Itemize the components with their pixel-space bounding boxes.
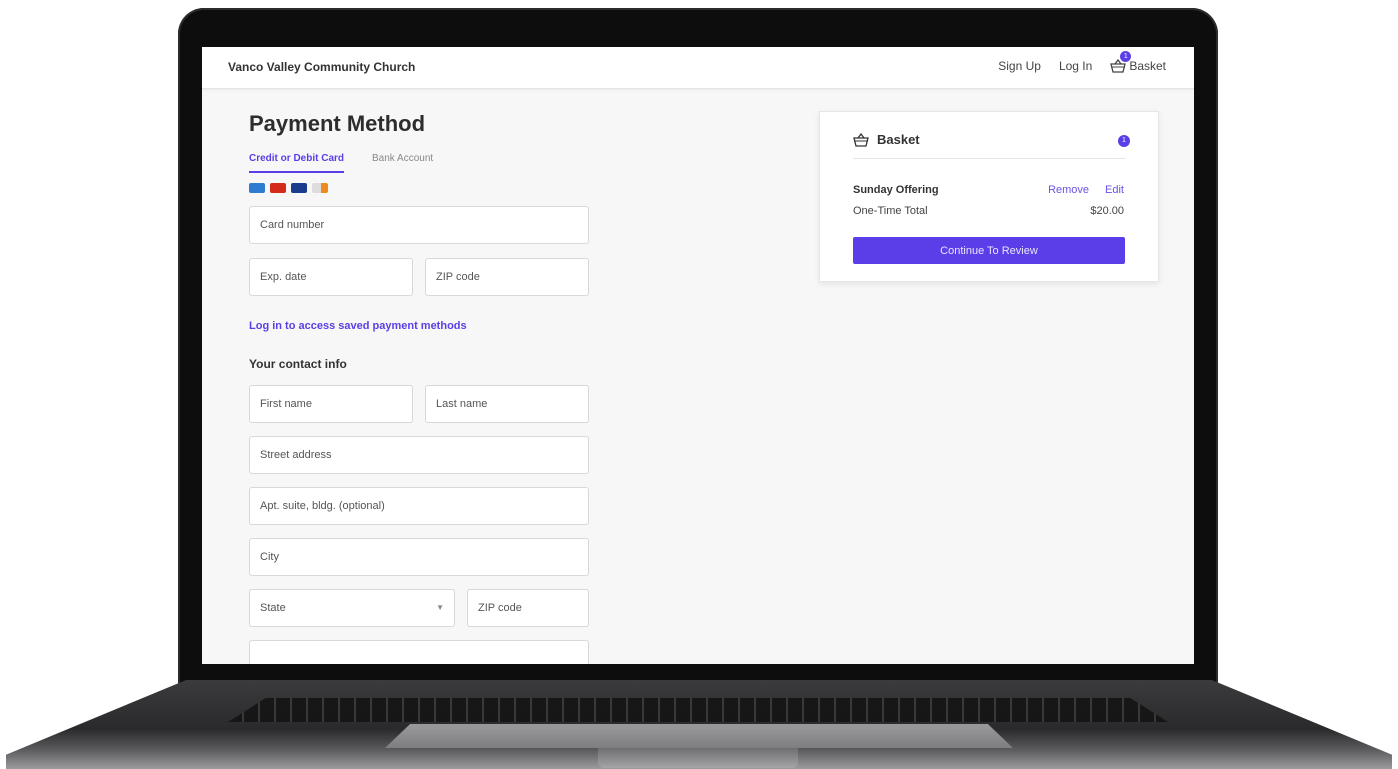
laptop-trackpad — [385, 724, 1013, 748]
state-placeholder: State — [260, 602, 286, 614]
mastercard-icon — [270, 183, 286, 193]
card-number-field[interactable]: Card number — [249, 206, 589, 244]
exp-date-field[interactable]: Exp. date — [249, 258, 413, 296]
accepted-cards — [249, 183, 589, 193]
one-time-total-value: $20.00 — [1090, 205, 1124, 217]
basket-link[interactable]: 1 Basket — [1110, 51, 1166, 73]
basket-panel-title: Basket — [877, 132, 920, 147]
street-address-field[interactable]: Street address — [249, 436, 589, 474]
city-placeholder: City — [260, 551, 279, 563]
basket-item-name: Sunday Offering — [853, 184, 939, 196]
last-name-field[interactable]: Last name — [425, 385, 589, 423]
last-name-placeholder: Last name — [436, 398, 488, 410]
remove-item-link[interactable]: Remove — [1048, 184, 1089, 196]
basket-icon — [853, 132, 869, 147]
city-field[interactable]: City — [249, 538, 589, 576]
page-title: Payment Method — [249, 111, 426, 136]
payment-zip-placeholder: ZIP code — [436, 271, 480, 283]
first-name-placeholder: First name — [260, 398, 312, 410]
tab-credit-debit-card[interactable]: Credit or Debit Card — [249, 153, 345, 173]
top-nav-links: Sign Up Log In 1 Basket — [998, 51, 1166, 73]
apt-suite-field[interactable]: Apt. suite, bldg. (optional) — [249, 487, 589, 525]
laptop-notch — [598, 748, 798, 768]
sign-up-link[interactable]: Sign Up — [998, 59, 1041, 73]
basket-panel-count-badge: 1 — [1118, 135, 1130, 147]
top-navigation-bar: Vanco Valley Community Church Sign Up Lo… — [202, 47, 1194, 89]
contact-zip-placeholder: ZIP code — [478, 602, 522, 614]
visa-card-icon — [291, 183, 307, 193]
tab-bank-account[interactable]: Bank Account — [372, 153, 433, 173]
street-address-placeholder: Street address — [260, 449, 332, 461]
state-select[interactable]: State ▼ — [249, 589, 455, 627]
amex-card-icon — [249, 183, 265, 193]
basket-item-actions: Remove Edit — [1048, 184, 1124, 196]
log-in-link[interactable]: Log In — [1059, 59, 1092, 73]
laptop-keyboard — [228, 698, 1168, 722]
discover-card-icon — [312, 183, 328, 193]
basket-link-label: Basket — [1129, 59, 1166, 73]
chevron-down-icon: ▼ — [436, 603, 444, 612]
contact-info-heading: Your contact info — [249, 357, 347, 371]
next-field-partial[interactable] — [249, 640, 589, 664]
continue-to-review-button[interactable]: Continue To Review — [853, 237, 1125, 264]
contact-zip-field[interactable]: ZIP code — [467, 589, 589, 627]
basket-panel-header: Basket — [853, 132, 920, 147]
exp-date-placeholder: Exp. date — [260, 271, 307, 283]
divider — [853, 158, 1126, 159]
payment-tabs: Credit or Debit Card Bank Account — [249, 153, 589, 173]
site-brand[interactable]: Vanco Valley Community Church — [228, 60, 415, 74]
edit-item-link[interactable]: Edit — [1105, 184, 1124, 196]
card-number-placeholder: Card number — [260, 219, 325, 231]
laptop-screen: Vanco Valley Community Church Sign Up Lo… — [202, 47, 1194, 664]
basket-panel: Basket 1 Sunday Offering Remove Edit One… — [819, 111, 1159, 282]
one-time-total-label: One-Time Total — [853, 205, 928, 217]
first-name-field[interactable]: First name — [249, 385, 413, 423]
saved-payment-login-link[interactable]: Log in to access saved payment methods — [249, 320, 589, 332]
apt-suite-placeholder: Apt. suite, bldg. (optional) — [260, 500, 385, 512]
payment-zip-field[interactable]: ZIP code — [425, 258, 589, 296]
payment-form: Payment Method Credit or Debit Card Bank… — [249, 111, 589, 664]
